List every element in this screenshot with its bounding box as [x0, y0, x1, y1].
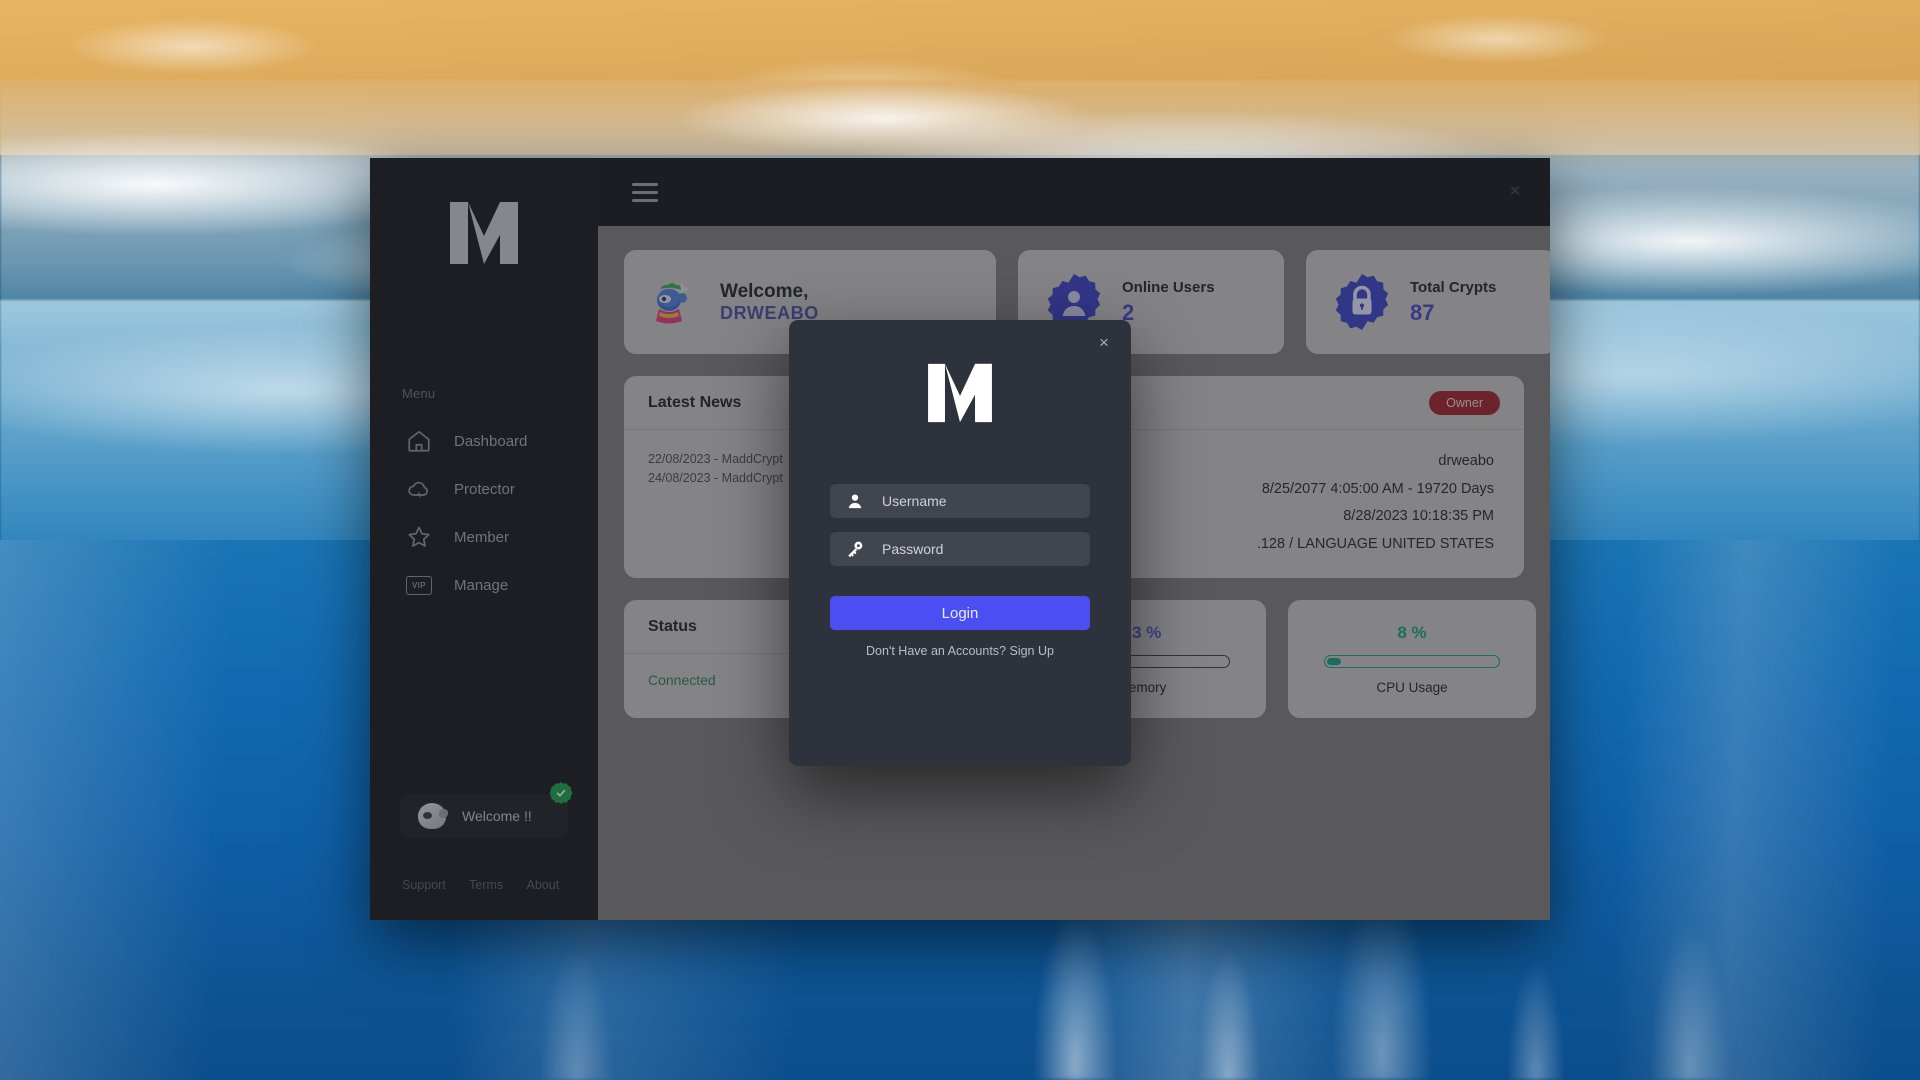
- person-icon: [846, 492, 864, 510]
- signup-link[interactable]: Don't Have an Accounts? Sign Up: [866, 644, 1054, 658]
- close-icon[interactable]: ×: [1091, 330, 1117, 356]
- username-field[interactable]: [830, 484, 1090, 518]
- password-input[interactable]: [882, 541, 1074, 557]
- login-modal: × Login Don't Have an Accounts? Sign Up: [789, 320, 1131, 766]
- password-field[interactable]: [830, 532, 1090, 566]
- maddcrypt-logo: [928, 363, 992, 423]
- login-button[interactable]: Login: [830, 596, 1090, 630]
- username-input[interactable]: [882, 493, 1074, 509]
- key-icon: [846, 540, 864, 558]
